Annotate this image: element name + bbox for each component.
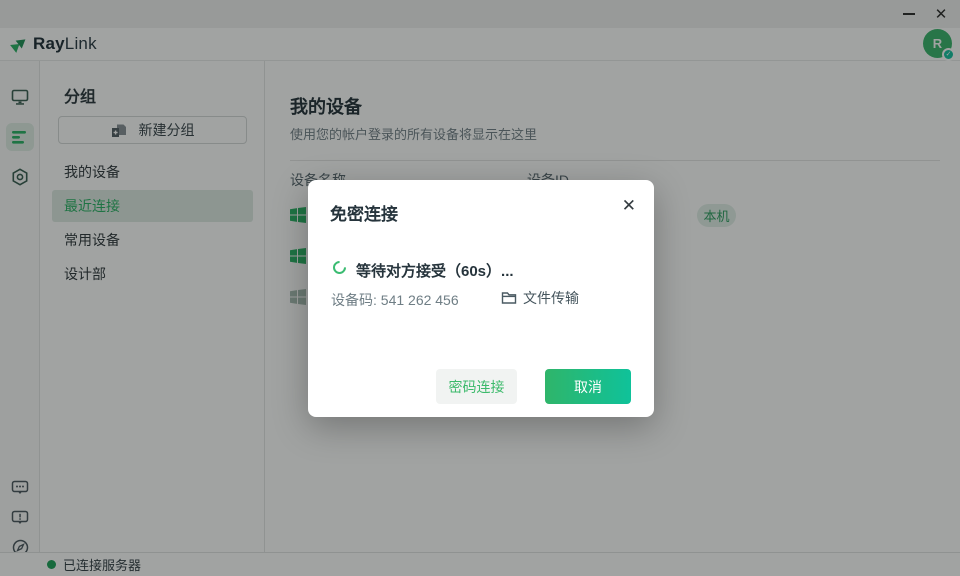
file-transfer-label: 文件传输 — [523, 288, 579, 308]
folder-icon — [501, 291, 517, 305]
dialog-title: 免密连接 — [330, 200, 398, 225]
dialog-close-icon[interactable]: ✕ — [622, 197, 636, 214]
raylink-window: ✕ RayLink R ✓ — [0, 0, 960, 576]
passwordless-connect-dialog: 免密连接 ✕ 等待对方接受（60s）... 设备码: 541 262 456 文… — [308, 180, 654, 417]
cancel-button[interactable]: 取消 — [545, 369, 631, 404]
password-connect-button[interactable]: 密码连接 — [436, 369, 517, 404]
file-transfer-action[interactable]: 文件传输 — [501, 288, 579, 308]
waiting-status-text: 等待对方接受（60s）... — [356, 260, 514, 281]
loading-spinner-icon — [330, 258, 348, 276]
device-code-text: 设备码: 541 262 456 — [331, 290, 459, 310]
